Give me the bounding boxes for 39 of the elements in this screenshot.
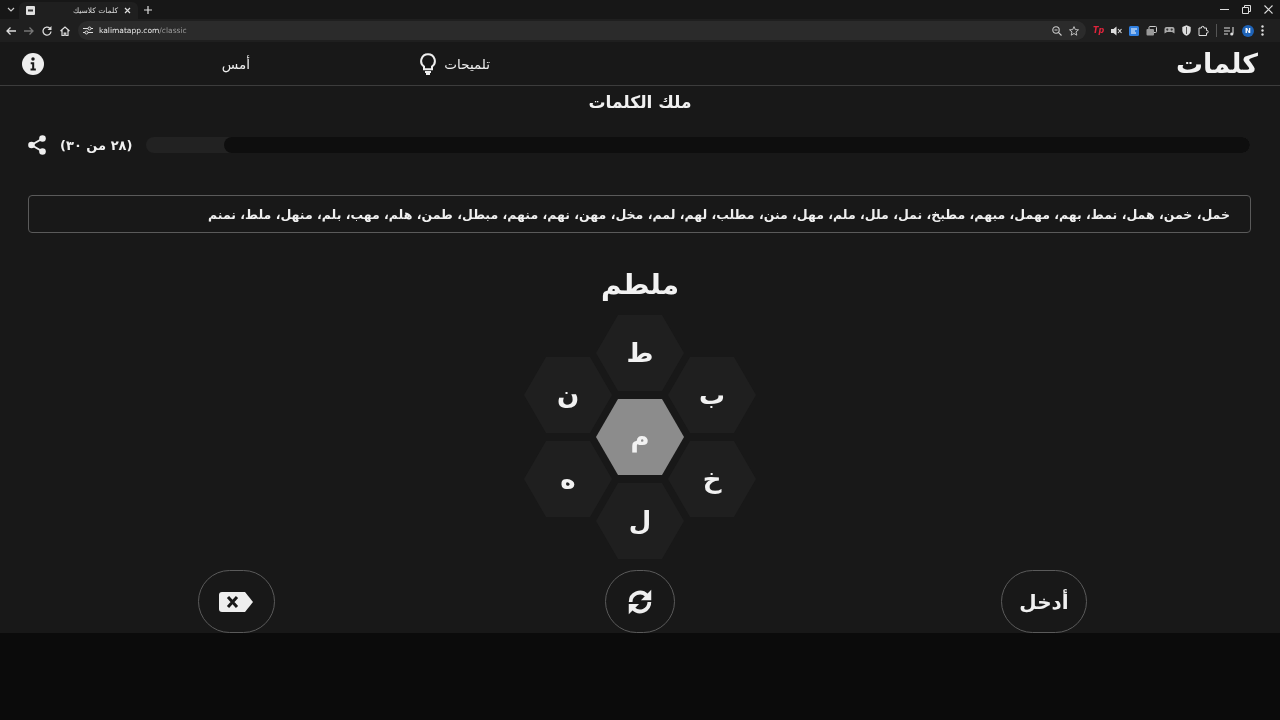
kebab-menu-icon[interactable] [1261, 25, 1264, 36]
lightbulb-icon [419, 52, 438, 75]
info-icon[interactable] [22, 52, 44, 75]
document-tile-icon[interactable] [1129, 25, 1139, 36]
progress-label: (٢٨ من ٣٠) [60, 137, 133, 153]
close-icon[interactable] [124, 7, 131, 14]
letter-hex[interactable]: ب [668, 357, 756, 433]
favicon-icon [26, 6, 35, 15]
current-word: ملطم [601, 268, 679, 302]
hints-button[interactable]: تلميحات [419, 52, 490, 75]
rank-title: ملك الكلمات [588, 92, 692, 112]
plus-icon[interactable] [144, 6, 152, 14]
tune-icon[interactable] [83, 26, 93, 35]
share-icon[interactable] [28, 135, 46, 155]
forward-arrow-icon[interactable] [23, 24, 35, 37]
app-logo: كلمات [1175, 47, 1258, 80]
backspace-icon [218, 589, 254, 614]
letter-hex[interactable]: ط [596, 315, 684, 391]
letter-hex[interactable]: ن [524, 357, 612, 433]
speaker-muted-icon[interactable] [1111, 25, 1122, 36]
letter-hex[interactable]: ه [524, 441, 612, 517]
yesterday-button[interactable]: أمس [221, 55, 250, 72]
back-arrow-icon[interactable] [5, 24, 17, 37]
letter-hex[interactable]: خ [668, 441, 756, 517]
found-words-panel: خمل، خمن، همل، نمط، بهم، مهمل، مبهم، مطبخ، نمل، ملل، ملم، مهل، منن، مطلب، لهم، لمم، مخل، مهن، نهم، منهم، مبطل، طمن، هلم، مهب، بلم، منهل، ملط، نمنم [28, 195, 1251, 233]
puzzle-icon[interactable] [1198, 25, 1209, 36]
star-icon[interactable] [1069, 25, 1079, 36]
shield-icon[interactable] [1182, 25, 1191, 36]
zoom-icon[interactable] [1052, 25, 1062, 36]
gamepad-icon[interactable] [1164, 26, 1175, 35]
home-icon[interactable] [59, 24, 71, 37]
extension-button[interactable]: Tp [1093, 25, 1104, 36]
reload-icon[interactable] [41, 24, 53, 37]
letter-hex[interactable]: ل [596, 483, 684, 559]
close-icon[interactable] [1264, 5, 1273, 14]
chevron-down-icon[interactable] [7, 7, 15, 12]
media-controls-icon[interactable] [1224, 25, 1235, 36]
restore-icon[interactable] [1242, 5, 1251, 14]
stacked-cards-icon[interactable] [1146, 25, 1157, 36]
